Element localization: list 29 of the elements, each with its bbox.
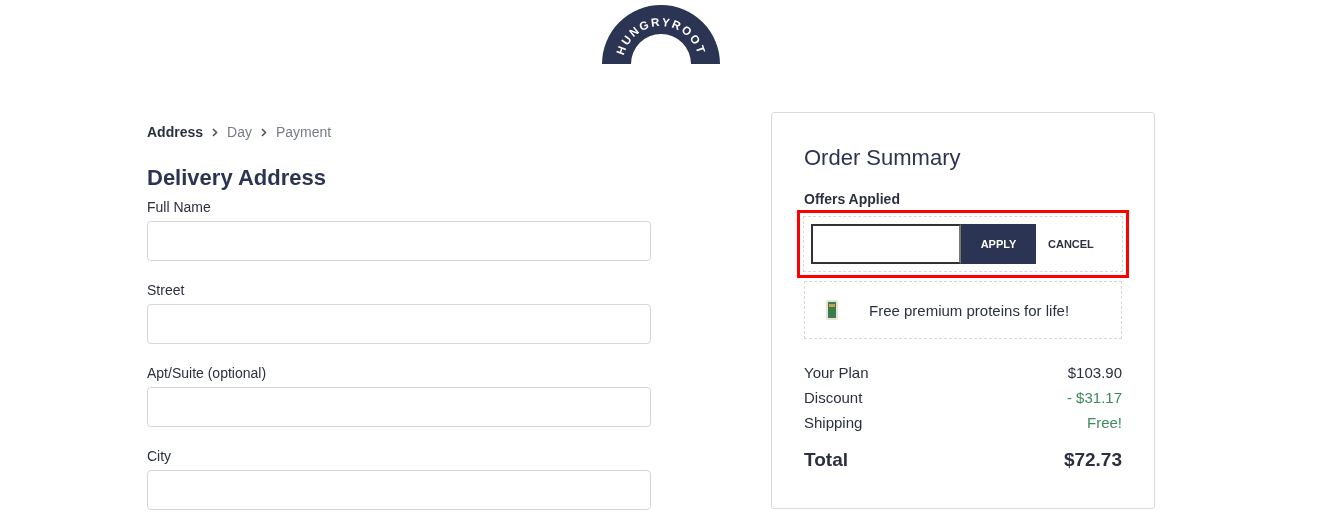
promo-code-field[interactable] (811, 224, 961, 264)
summary-title: Order Summary (804, 145, 962, 171)
chevron-icon (212, 127, 219, 137)
field-label: City (147, 448, 173, 464)
line-label: Your Plan (804, 364, 869, 383)
chevron-icon (260, 127, 267, 137)
offers-label: Offers Applied (804, 191, 901, 207)
apply-button[interactable]: APPLY (961, 224, 1036, 264)
input-field[interactable] (147, 304, 651, 344)
input-field[interactable] (147, 387, 651, 427)
field-label: Full Name (147, 199, 212, 215)
line-label: Shipping (804, 414, 863, 433)
field-label: Apt/Suite (optional) (147, 365, 268, 381)
line-value: $103.90 (1067, 364, 1122, 383)
offer-text: Free premium proteins for life! (869, 301, 1070, 319)
total-label: Total (804, 449, 848, 471)
line-label: Discount (804, 389, 863, 408)
line-value: - $31.17 (1066, 389, 1122, 408)
breadcrumb-step[interactable]: Payment (275, 124, 332, 140)
cancel-button[interactable]: CANCEL (1042, 237, 1100, 251)
breadcrumb-step[interactable]: Day (227, 124, 252, 140)
line-value: Free! (1087, 414, 1122, 433)
breadcrumb-step[interactable]: Address (147, 124, 204, 140)
field-label: Street (147, 282, 186, 298)
input-field[interactable] (147, 470, 651, 510)
section-title: Delivery Address (147, 165, 327, 191)
total-value: $72.73 (1063, 449, 1122, 471)
input-field[interactable] (147, 221, 651, 261)
product-icon (825, 299, 839, 321)
